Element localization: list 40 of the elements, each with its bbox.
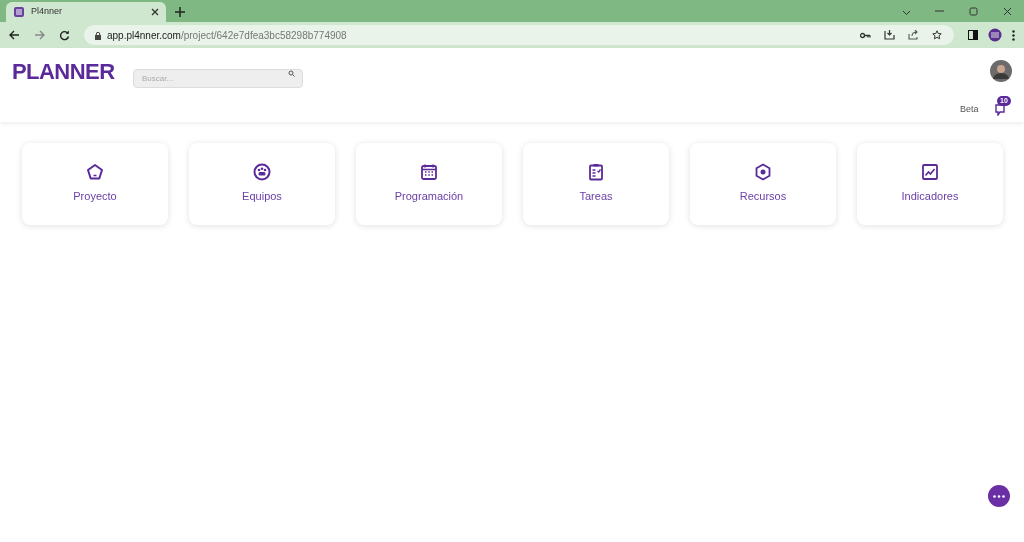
logo[interactable]: PLANNER [12, 61, 115, 83]
more-button[interactable] [988, 485, 1010, 507]
chart-icon [921, 163, 939, 182]
more-icon [993, 494, 1005, 498]
side-panel-icon[interactable] [968, 30, 978, 40]
calendar-icon [420, 163, 438, 182]
key-icon[interactable] [860, 31, 871, 39]
tab-title: Pl4nner [31, 5, 64, 19]
menu-card[interactable]: Equipos [189, 143, 335, 225]
menu-icon[interactable] [1012, 29, 1015, 41]
star-icon[interactable] [932, 30, 942, 40]
menu-card[interactable]: Indicadores [857, 143, 1003, 225]
hexagon-icon [754, 163, 772, 182]
lock-icon [94, 30, 102, 40]
search-icon[interactable] [288, 70, 295, 77]
share-icon[interactable] [908, 30, 919, 40]
url-text: app.pl4nner.com/project/642e7dfea3bc58298b774908 [107, 28, 348, 43]
clipboard-icon [587, 163, 605, 182]
install-icon[interactable] [884, 30, 895, 40]
menu-card[interactable]: Programación [356, 143, 502, 225]
browser-tab[interactable]: Pl4nner [6, 2, 166, 22]
new-tab-icon[interactable] [175, 7, 185, 17]
forward-icon[interactable] [34, 30, 45, 40]
menu-card[interactable]: Tareas [523, 143, 669, 225]
chevron-down-icon[interactable] [902, 10, 911, 16]
profile-icon[interactable] [988, 28, 1002, 42]
close-icon[interactable] [1003, 7, 1012, 16]
avatar[interactable] [990, 60, 1012, 82]
close-icon[interactable] [151, 8, 159, 16]
pentagon-icon [86, 163, 104, 182]
address-bar[interactable]: app.pl4nner.com/project/642e7dfea3bc58298b774908 [84, 25, 954, 45]
reload-icon[interactable] [59, 29, 70, 41]
document-icon [13, 6, 25, 18]
team-icon [253, 163, 271, 182]
restore-icon[interactable] [969, 7, 978, 16]
search-field[interactable]: Buscar... [133, 69, 303, 88]
menu-card[interactable]: Proyecto [22, 143, 168, 225]
beta-label: Beta [960, 103, 979, 116]
menu-card[interactable]: Recursos [690, 143, 836, 225]
back-icon[interactable] [9, 30, 20, 40]
